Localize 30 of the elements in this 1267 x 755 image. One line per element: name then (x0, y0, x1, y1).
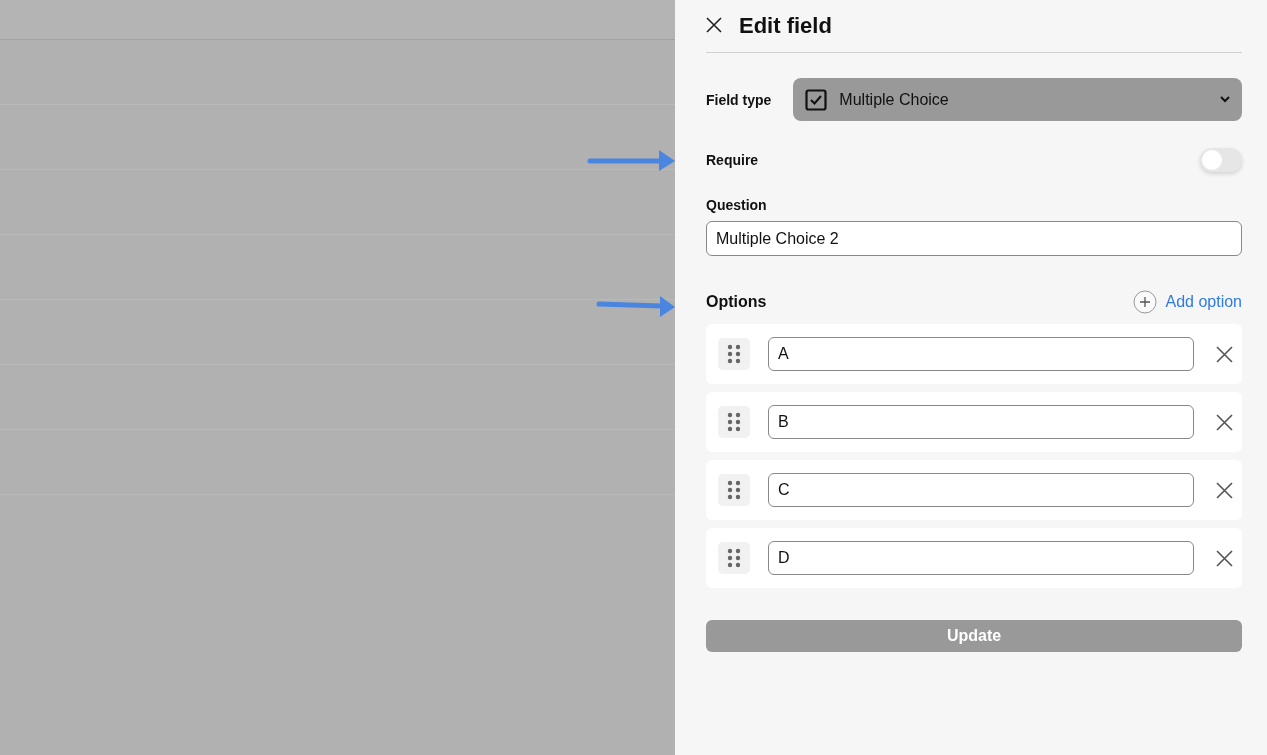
close-icon (706, 17, 722, 33)
field-label: Field type (706, 91, 772, 108)
grip-icon (727, 412, 741, 432)
grip-icon (727, 344, 741, 364)
grip-icon (727, 480, 741, 500)
field-label: Question (706, 197, 768, 213)
drag-handle[interactable] (718, 338, 750, 370)
close-icon (1215, 481, 1233, 499)
section-label: Options (706, 293, 767, 311)
close-button[interactable] (706, 17, 722, 33)
option-field[interactable]: B (768, 405, 1194, 439)
option-field[interactable]: C (768, 473, 1194, 507)
close-icon (1215, 413, 1233, 431)
checkbox-icon (805, 88, 828, 111)
drag-handle[interactable] (718, 474, 750, 506)
close-icon (1215, 549, 1233, 567)
grip-icon (727, 548, 741, 568)
chevron-down-icon (1220, 96, 1230, 103)
plus-icon (1133, 290, 1158, 314)
option-field[interactable]: D (768, 541, 1194, 575)
require-toggle[interactable] (1200, 148, 1242, 172)
add-option-link[interactable]: Add option (1133, 290, 1242, 314)
field-type-dropdown[interactable]: Multiple Choice (793, 78, 1242, 121)
drag-handle[interactable] (718, 542, 750, 574)
drag-handle[interactable] (718, 406, 750, 438)
question-field[interactable]: Multiple Choice 2 (706, 221, 1242, 256)
field-label: Require (706, 152, 759, 168)
option-field[interactable]: A (768, 337, 1194, 371)
panel-title: Edit field (739, 13, 832, 39)
close-icon (1215, 345, 1233, 363)
